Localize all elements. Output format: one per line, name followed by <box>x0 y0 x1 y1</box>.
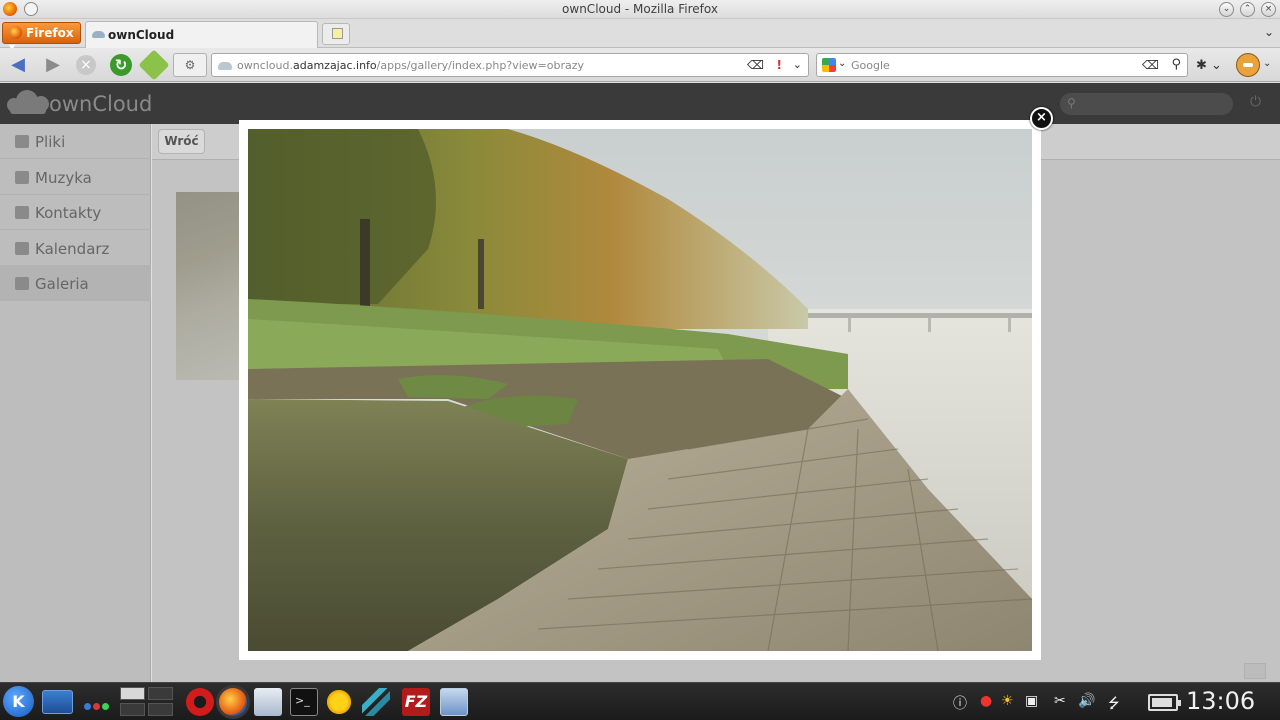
firefox-logo-icon <box>9 26 22 39</box>
clear-url-icon[interactable]: ⌫ <box>747 58 764 72</box>
info-icon[interactable]: ⓘ <box>953 693 967 713</box>
site-identity-button[interactable]: ⚙ <box>173 53 207 77</box>
google-engine-icon[interactable] <box>822 58 836 72</box>
tab-bar: Firefox ▾ ownCloud ⌄ <box>0 19 1280 54</box>
close-lightbox-button[interactable]: × <box>1030 107 1053 130</box>
close-window-icon[interactable]: × <box>1261 2 1276 17</box>
forward-arrow-icon[interactable]: ▶ <box>41 54 65 76</box>
display-tray-icon[interactable]: ▣ <box>1025 693 1038 709</box>
new-tab-icon <box>332 28 343 39</box>
volume-icon[interactable]: 🔊 <box>1078 693 1095 709</box>
window-title: ownCloud - Mozilla Firefox <box>562 2 718 16</box>
addon-gear-icon[interactable]: ✱ ⌄ <box>1196 58 1222 73</box>
firefox-menu-button[interactable]: Firefox ▾ <box>2 22 81 54</box>
firefox-menu-label: Firefox <box>26 26 74 40</box>
opera-icon[interactable] <box>186 688 214 716</box>
activities-icon[interactable] <box>84 699 111 713</box>
terminal-icon[interactable]: >_ <box>290 688 318 716</box>
cloud-favicon-icon <box>92 31 105 38</box>
firefox-taskbar-icon[interactable] <box>219 688 247 716</box>
file-manager-icon[interactable] <box>254 688 282 716</box>
minimize-icon[interactable]: ⌄ <box>1219 2 1234 17</box>
new-tab-button[interactable] <box>322 23 350 45</box>
navigation-toolbar: ◀ ▶ × ↻ ⚙ owncloud.adamzajac.info/apps/g… <box>0 48 1280 82</box>
opera-tray-icon[interactable]: ● <box>980 693 992 709</box>
tab-owncloud[interactable]: ownCloud <box>85 21 318 48</box>
stop-icon[interactable]: × <box>76 55 96 75</box>
tab-label: ownCloud <box>108 28 175 42</box>
home-icon[interactable] <box>138 49 170 81</box>
clear-search-icon[interactable]: ⌫ <box>1142 58 1159 72</box>
cloud-favicon-icon <box>218 62 232 70</box>
maximize-icon[interactable]: ⌃ <box>1240 2 1255 17</box>
clock[interactable]: 13:06 <box>1186 687 1255 715</box>
addon-monkey-icon[interactable] <box>1236 53 1260 77</box>
river-photo-illustration <box>248 129 1032 651</box>
url-text[interactable]: owncloud.adamzajac.info/apps/gallery/ind… <box>237 59 584 72</box>
kde-launcher-icon[interactable]: K <box>3 686 34 717</box>
filezilla-icon[interactable]: FZ <box>402 688 430 716</box>
wave-app-icon[interactable] <box>362 688 390 716</box>
battery-icon[interactable] <box>1148 694 1181 711</box>
window-titlebar: ownCloud - Mozilla Firefox ⌄ ⌃ × <box>0 0 1280 19</box>
search-bar[interactable]: ⌄ Google ⌫ ⚲ <box>816 53 1188 77</box>
scissors-icon[interactable]: ✂ <box>1054 693 1066 709</box>
search-placeholder[interactable]: Google <box>851 59 890 72</box>
addon-dropdown-icon[interactable]: ⌄ <box>1263 58 1271 69</box>
usb-icon[interactable]: ⭍ <box>1108 693 1120 717</box>
engine-dropdown-icon[interactable]: ⌄ <box>838 58 846 69</box>
tab-list-chevron-icon[interactable]: ⌄ <box>1264 25 1274 39</box>
reload-icon[interactable]: ↻ <box>110 54 132 76</box>
show-desktop-icon[interactable] <box>42 690 73 714</box>
lightbox-photo[interactable] <box>248 129 1032 651</box>
screenshot-icon[interactable] <box>440 688 468 716</box>
url-bar[interactable]: owncloud.adamzajac.info/apps/gallery/ind… <box>211 53 809 77</box>
taskbar: K >_ FZ ⓘ ● ☀ ▣ ✂ 🔊 ⭍ 13:06 <box>0 682 1280 720</box>
weather-tray-icon[interactable]: ☀ <box>1001 693 1014 709</box>
lightbox-frame <box>239 120 1041 660</box>
back-arrow-icon[interactable]: ◀ <box>6 54 30 76</box>
url-history-dropdown-icon[interactable]: ⌄ <box>793 58 802 71</box>
weather-sun-icon[interactable] <box>325 688 353 716</box>
desktop-pager[interactable] <box>120 687 174 717</box>
bookmark-marker-icon[interactable]: ! <box>777 58 782 72</box>
search-icon[interactable]: ⚲ <box>1171 57 1181 72</box>
